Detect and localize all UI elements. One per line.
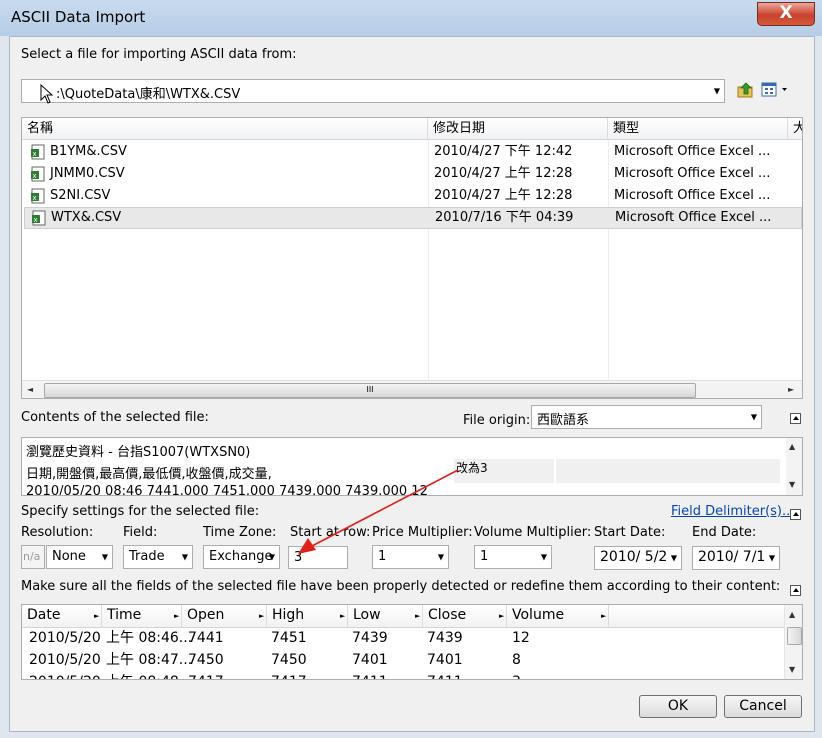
annotation-arrow <box>298 469 459 554</box>
column-menu-icon[interactable]: ► <box>601 612 606 620</box>
column-volume[interactable]: Volume <box>507 605 609 627</box>
scroll-down-icon[interactable]: ▼ <box>789 480 795 489</box>
ok-button[interactable]: OK <box>639 695 717 718</box>
column-high[interactable]: High <box>267 605 348 627</box>
file-origin-label: File origin: <box>463 413 531 428</box>
start-date-picker[interactable]: 2010/ 5/2 ▼ <box>594 546 682 570</box>
column-close[interactable]: Close <box>423 605 507 627</box>
mouse-cursor-icon <box>40 84 54 104</box>
resolution-label: Resolution: <box>21 525 94 540</box>
column-time[interactable]: Time <box>102 605 182 627</box>
chevron-down-icon[interactable]: ▼ <box>714 87 720 96</box>
excel-file-icon: x <box>31 166 45 182</box>
column-size[interactable]: 大 <box>788 118 802 140</box>
resolution-dropdown[interactable]: None ▼ <box>46 545 113 569</box>
chevron-down-icon[interactable]: ▼ <box>541 553 547 562</box>
view-menu-icon[interactable] <box>761 82 789 98</box>
contents-label: Contents of the selected file: <box>21 410 209 425</box>
file-select-label: Select a file for importing ASCII data f… <box>21 47 297 62</box>
column-menu-icon[interactable]: ► <box>94 612 99 620</box>
field-label: Field: <box>123 525 158 540</box>
settings-label: Specify settings for the selected file: <box>21 504 260 519</box>
svg-text:x: x <box>33 172 37 180</box>
column-menu-icon[interactable]: ► <box>499 612 504 620</box>
scroll-down-icon[interactable]: ▼ <box>789 665 795 674</box>
scrollbar-thumb[interactable] <box>787 627 802 645</box>
column-modified[interactable]: 修改日期 <box>428 118 608 140</box>
file-list-header: 名稱 ˄ 修改日期 類型 大 <box>22 117 802 140</box>
file-row[interactable]: x B1YM&.CSV 2010/4/27 下午 12:42 Microsoft… <box>22 141 802 163</box>
field-delimiter-link[interactable]: Field Delimiter(s)... <box>671 504 794 519</box>
path-value: :\QuoteData\康和\WTX&.CSV <box>56 87 241 102</box>
svg-text:x: x <box>33 150 37 158</box>
collapse-settings-icon[interactable] <box>790 509 801 520</box>
column-menu-icon[interactable]: ► <box>340 612 345 620</box>
column-menu-icon[interactable]: ► <box>174 612 179 620</box>
scrollbar-thumb[interactable]: III <box>44 383 696 398</box>
volume-multiplier-label: Volume Multiplier: <box>474 525 592 540</box>
vertical-scrollbar[interactable]: ▲ ▼ <box>784 605 802 679</box>
file-origin-dropdown[interactable]: 西歐語系 ▼ <box>531 405 762 429</box>
excel-file-icon: x <box>31 144 45 160</box>
scroll-up-icon[interactable]: ▲ <box>789 442 795 451</box>
time-zone-label: Time Zone: <box>203 525 277 540</box>
collapse-contents-icon[interactable] <box>790 413 801 424</box>
chevron-down-icon[interactable]: ▼ <box>671 554 677 563</box>
preview-table[interactable]: Date Time Open High Low Close Volume ► ►… <box>21 604 803 680</box>
column-low[interactable]: Low <box>348 605 423 627</box>
file-row-selected[interactable]: x WTX&.CSV 2010/7/16 下午 04:39 Microsoft … <box>24 207 802 229</box>
collapse-preview-icon[interactable] <box>790 585 801 596</box>
scroll-right-icon[interactable]: ► <box>788 385 794 394</box>
volume-multiplier-dropdown[interactable]: 1 ▼ <box>474 545 552 569</box>
horizontal-scrollbar[interactable]: ◄ III ► <box>22 380 802 398</box>
excel-file-icon: x <box>32 210 46 226</box>
svg-text:x: x <box>34 216 38 224</box>
window-title: ASCII Data Import <box>11 8 146 26</box>
file-row[interactable]: x JNMM0.CSV 2010/4/27 上午 12:28 Microsoft… <box>22 163 802 185</box>
file-list[interactable]: 名稱 ˄ 修改日期 類型 大 x B1YM&.CSV 2010/4/27 下午 … <box>21 117 803 399</box>
sort-ascending-icon: ˄ <box>219 117 224 126</box>
field-dropdown[interactable]: Trade ▼ <box>123 545 193 569</box>
svg-text:x: x <box>33 194 37 202</box>
chevron-down-icon[interactable]: ▼ <box>769 554 775 563</box>
excel-file-icon: x <box>31 188 45 204</box>
title-bar: ASCII Data Import <box>0 0 822 36</box>
scroll-up-icon[interactable]: ▲ <box>789 610 795 619</box>
chevron-down-icon[interactable]: ▼ <box>102 553 108 562</box>
file-row[interactable]: x S2NI.CSV 2010/4/27 上午 12:28 Microsoft … <box>22 185 802 207</box>
column-name[interactable]: 名稱 <box>22 118 428 140</box>
cancel-button[interactable]: Cancel <box>724 695 802 718</box>
chevron-down-icon[interactable]: ▼ <box>182 553 188 562</box>
column-menu-icon[interactable]: ► <box>259 612 264 620</box>
scroll-left-icon[interactable]: ◄ <box>27 385 33 394</box>
end-date-picker[interactable]: 2010/ 7/1 ▼ <box>692 546 780 570</box>
column-type[interactable]: 類型 <box>608 118 788 140</box>
preview-header: Date Time Open High Low Close Volume ► ►… <box>22 605 802 628</box>
start-date-label: Start Date: <box>594 525 666 540</box>
column-menu-icon[interactable]: ► <box>415 612 420 620</box>
vertical-scrollbar[interactable]: ▲ ▼ <box>786 438 802 495</box>
preview-label: Make sure all the fields of the selected… <box>21 579 781 594</box>
up-folder-icon[interactable] <box>737 81 755 99</box>
chevron-down-icon[interactable]: ▼ <box>751 413 757 422</box>
column-open[interactable]: Open <box>182 605 267 627</box>
path-combobox[interactable]: :\QuoteData\康和\WTX&.CSV ▼ <box>21 79 725 103</box>
column-date[interactable]: Date <box>22 605 102 627</box>
close-button[interactable]: X <box>757 2 815 26</box>
time-zone-dropdown[interactable]: Exchange ▼ <box>203 545 280 569</box>
end-date-label: End Date: <box>692 525 757 540</box>
chevron-down-icon[interactable]: ▼ <box>269 553 275 562</box>
resolution-number-input[interactable]: n/a <box>21 545 45 569</box>
